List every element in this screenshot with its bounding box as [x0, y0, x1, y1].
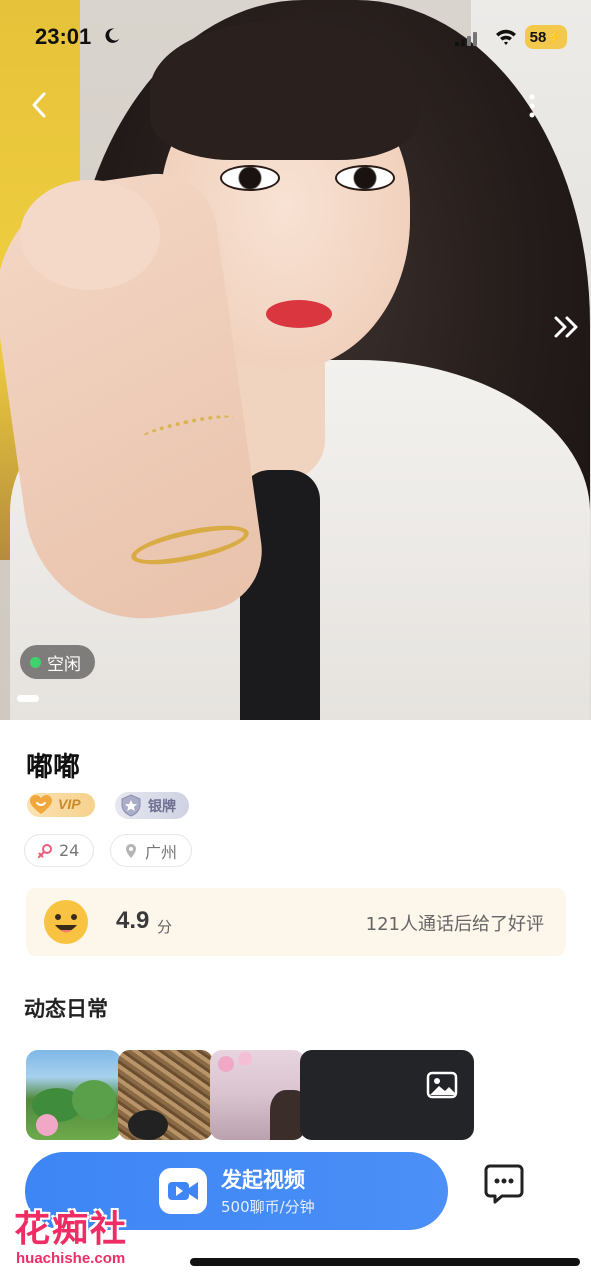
- city-tag: 广州: [110, 834, 193, 867]
- video-camera-icon: [159, 1168, 207, 1214]
- rating-card: 4.9 分 121人通话后给了好评: [26, 888, 566, 956]
- profile-page: 23:01 58 ⚡ 空闲 嘟嘟 VIP 银牌 24 广州 4.9 分 121人…: [0, 0, 591, 1280]
- smiley-icon: [44, 900, 88, 944]
- profile-name: 嘟嘟: [26, 752, 80, 783]
- back-arrow-icon[interactable]: [26, 90, 54, 120]
- moment-thumbnail[interactable]: [26, 1050, 121, 1140]
- status-bar: 23:01 58 ⚡: [0, 0, 591, 72]
- moment-thumbnail[interactable]: [118, 1050, 213, 1140]
- age-value: 24: [59, 841, 80, 860]
- heart-icon: [30, 795, 52, 814]
- vip-badge: VIP: [27, 793, 95, 817]
- rating-review-text: 121人通话后给了好评: [365, 914, 544, 935]
- call-price: 500聊币/分钟: [221, 1198, 315, 1216]
- online-status-label: 空闲: [47, 654, 81, 675]
- city-value: 广州: [145, 842, 178, 862]
- rank-label: 银牌: [148, 799, 176, 815]
- wifi-icon: [496, 29, 516, 45]
- rating-unit: 分: [157, 918, 173, 936]
- battery-indicator: 58 ⚡: [525, 25, 567, 49]
- vip-label: VIP: [58, 796, 81, 812]
- female-icon: [38, 843, 52, 858]
- rank-badge: 银牌: [115, 792, 189, 819]
- online-status-badge: 空闲: [20, 645, 95, 679]
- gallery-icon: [426, 1071, 458, 1099]
- age-tag: 24: [24, 834, 95, 867]
- photo-pager-indicator: [17, 695, 39, 702]
- silver-medal-icon: [121, 794, 141, 817]
- moments-title: 动态日常: [24, 997, 108, 1021]
- more-vertical-icon[interactable]: [522, 92, 542, 120]
- moment-thumbnail[interactable]: [210, 1050, 305, 1140]
- location-pin-icon: [126, 843, 136, 858]
- battery-charging-icon: ⚡: [547, 30, 563, 44]
- profile-photo[interactable]: 23:01 58 ⚡ 空闲: [0, 0, 591, 720]
- signal-icon: [455, 32, 477, 46]
- double-chevron-right-icon[interactable]: [552, 314, 582, 340]
- site-watermark: 花痴社 huachishe.com: [12, 1200, 152, 1276]
- watermark-cn: 花痴社: [14, 1209, 129, 1250]
- call-title: 发起视频: [221, 1168, 305, 1192]
- moon-icon: [105, 28, 120, 43]
- home-indicator: [190, 1258, 580, 1266]
- watermark-en: huachishe.com: [16, 1250, 126, 1267]
- rating-score: 4.9: [116, 907, 150, 934]
- status-time: 23:01: [35, 24, 92, 49]
- view-more-moments[interactable]: [300, 1050, 474, 1140]
- moments-gallery: [26, 1050, 476, 1140]
- chat-bubble-icon[interactable]: [482, 1160, 526, 1204]
- online-dot-icon: [30, 656, 41, 668]
